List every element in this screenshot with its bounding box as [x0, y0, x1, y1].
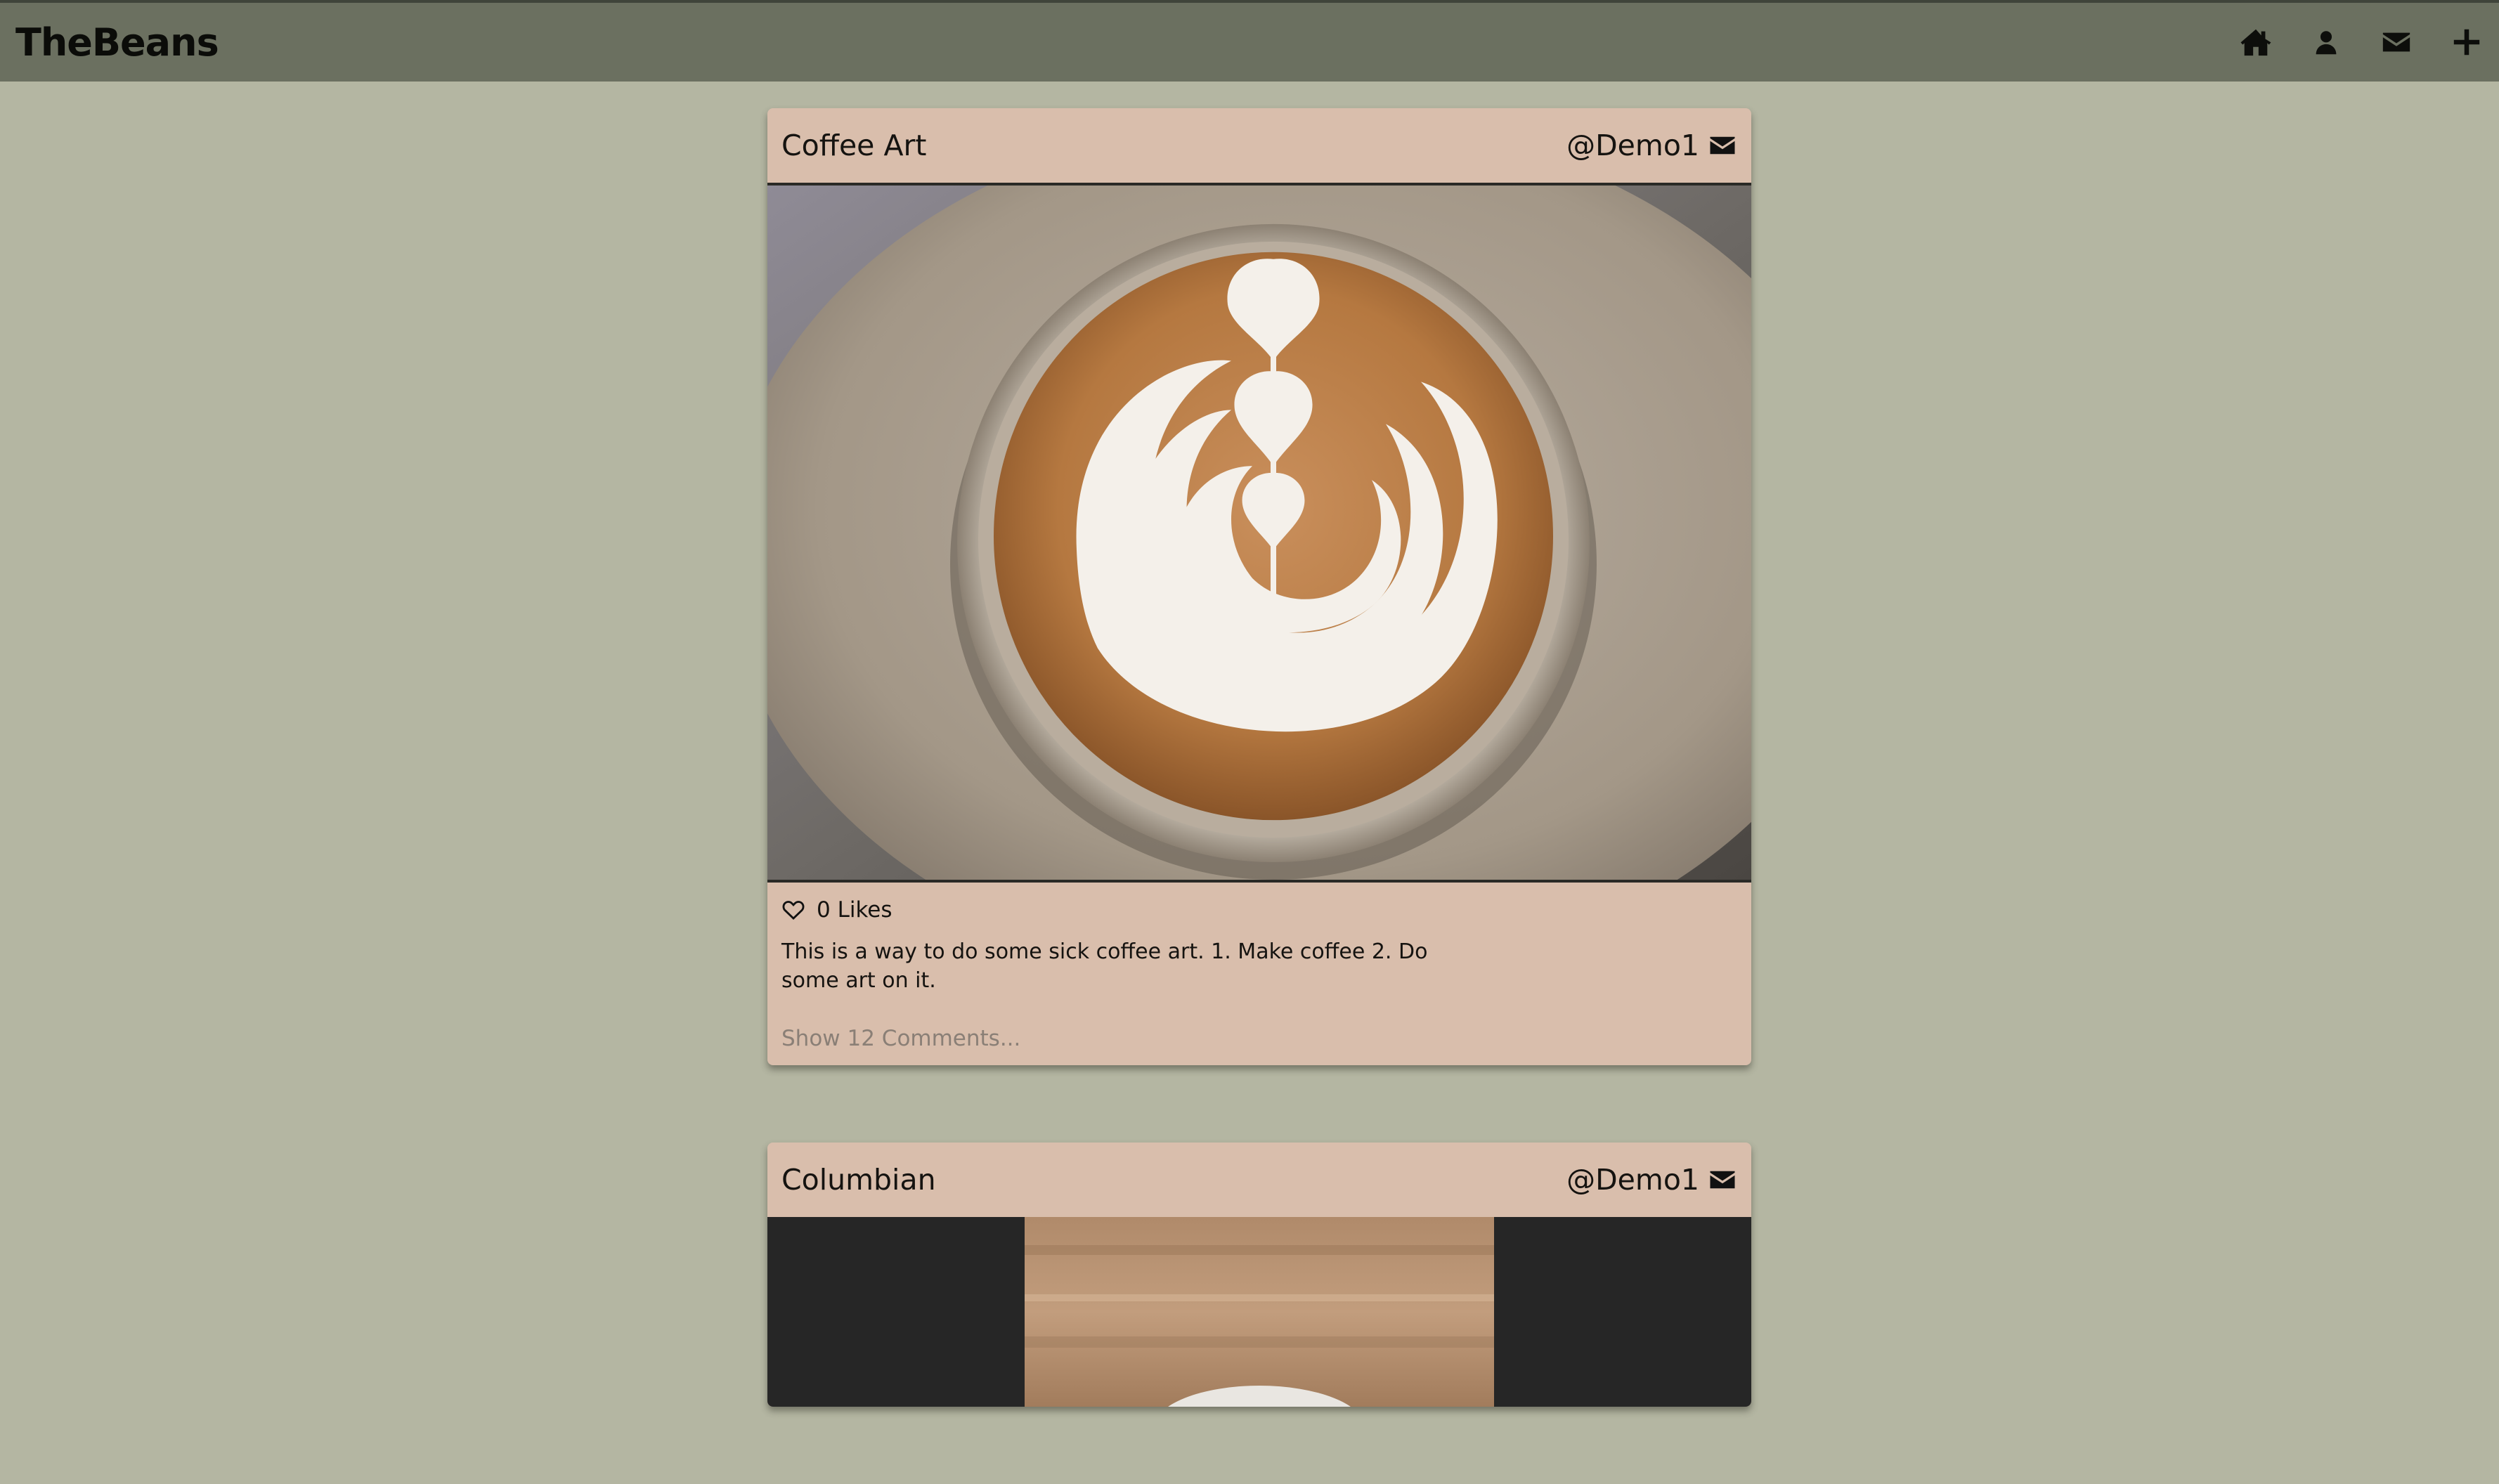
- latte-art-photo: [767, 186, 1751, 880]
- plus-icon: [2453, 29, 2480, 56]
- new-post-button[interactable]: [2450, 25, 2484, 59]
- mail-icon: [1710, 1171, 1735, 1189]
- nav-icons: [2239, 25, 2484, 59]
- message-author-button[interactable]: [1708, 1165, 1737, 1195]
- show-comments-link[interactable]: Show 12 Comments...: [781, 1026, 1737, 1051]
- likes-count: 0 Likes: [817, 897, 892, 923]
- post-header: Columbian @Demo1: [767, 1143, 1751, 1217]
- post-feed: Coffee Art @Demo1 0 Likes This is a way …: [767, 108, 1751, 1484]
- profile-button[interactable]: [2309, 25, 2343, 59]
- post-header: Coffee Art @Demo1: [767, 108, 1751, 183]
- post-footer: 0 Likes This is a way to do some sick co…: [767, 883, 1751, 1065]
- post-card: Coffee Art @Demo1 0 Likes This is a way …: [767, 108, 1751, 1065]
- home-icon: [2240, 29, 2271, 56]
- home-button[interactable]: [2239, 25, 2273, 59]
- messages-button[interactable]: [2380, 25, 2413, 59]
- post-card: Columbian @Demo1: [767, 1143, 1751, 1407]
- user-icon: [2316, 31, 2337, 55]
- post-image: [767, 183, 1751, 883]
- mail-icon: [1710, 136, 1735, 155]
- mail-icon: [2382, 32, 2410, 52]
- post-author[interactable]: @Demo1: [1566, 1163, 1737, 1197]
- wood-table-photo: [1025, 1217, 1494, 1407]
- like-button[interactable]: [781, 898, 805, 922]
- brand-logo[interactable]: TheBeans: [15, 20, 219, 65]
- coffee-beans-photo: [1025, 1217, 1494, 1407]
- post-author[interactable]: @Demo1: [1566, 129, 1737, 162]
- message-author-button[interactable]: [1708, 131, 1737, 160]
- post-title: Columbian: [781, 1163, 936, 1197]
- author-handle[interactable]: @Demo1: [1566, 1163, 1699, 1197]
- post-image: [767, 1217, 1751, 1407]
- heart-icon: [782, 901, 805, 920]
- post-title: Coffee Art: [781, 129, 927, 162]
- author-handle[interactable]: @Demo1: [1566, 129, 1699, 162]
- top-navigation-bar: TheBeans: [0, 0, 2499, 82]
- likes-row: 0 Likes: [781, 892, 1737, 928]
- post-description: This is a way to do some sick coffee art…: [781, 939, 1428, 993]
